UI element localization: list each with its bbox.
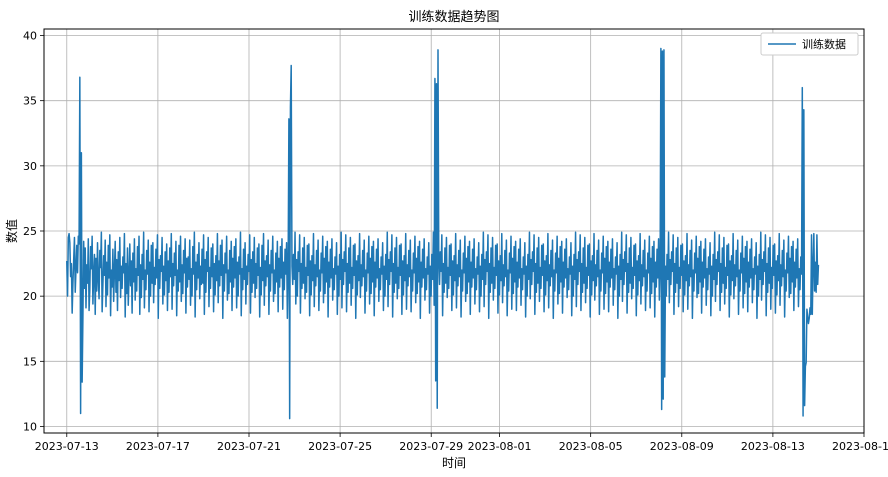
legend: 训练数据 xyxy=(760,32,859,56)
x-tick-label: 2023-08-01 xyxy=(468,440,532,453)
y-tick-label: 35 xyxy=(23,95,37,108)
legend-label: 训练数据 xyxy=(802,37,846,51)
y-axis-title: 数值 xyxy=(4,219,19,243)
x-tick-label: 2023-07-13 xyxy=(35,440,99,453)
y-tick-label: 20 xyxy=(23,290,37,303)
y-tick-label: 40 xyxy=(23,30,37,43)
x-tick-label: 2023-07-21 xyxy=(217,440,281,453)
y-tick-label: 15 xyxy=(23,355,37,368)
chart-figure: 2023-07-13 2023-07-17 2023-07-21 2023-07-25… xyxy=(0,0,888,477)
line-chart: 2023-07-13 2023-07-17 2023-07-21 2023-07-25… xyxy=(0,0,888,477)
y-tick-label: 30 xyxy=(23,160,37,173)
chart-title: 训练数据趋势图 xyxy=(408,9,499,25)
figure-background xyxy=(0,0,888,477)
x-tick-label: 2023-07-29 xyxy=(399,440,463,453)
x-tick-label: 2023-07-17 xyxy=(126,440,190,453)
x-tick-label: 2023-08-05 xyxy=(559,440,623,453)
x-tick-label: 2023-08-09 xyxy=(650,440,714,453)
x-tick-label: 2023-08-17 xyxy=(832,440,888,453)
x-tick-label: 2023-08-13 xyxy=(741,440,805,453)
y-tick-label: 10 xyxy=(23,420,37,433)
x-tick-label: 2023-07-25 xyxy=(308,440,372,453)
x-axis-title: 时间 xyxy=(442,456,466,470)
y-tick-label: 25 xyxy=(23,225,37,238)
